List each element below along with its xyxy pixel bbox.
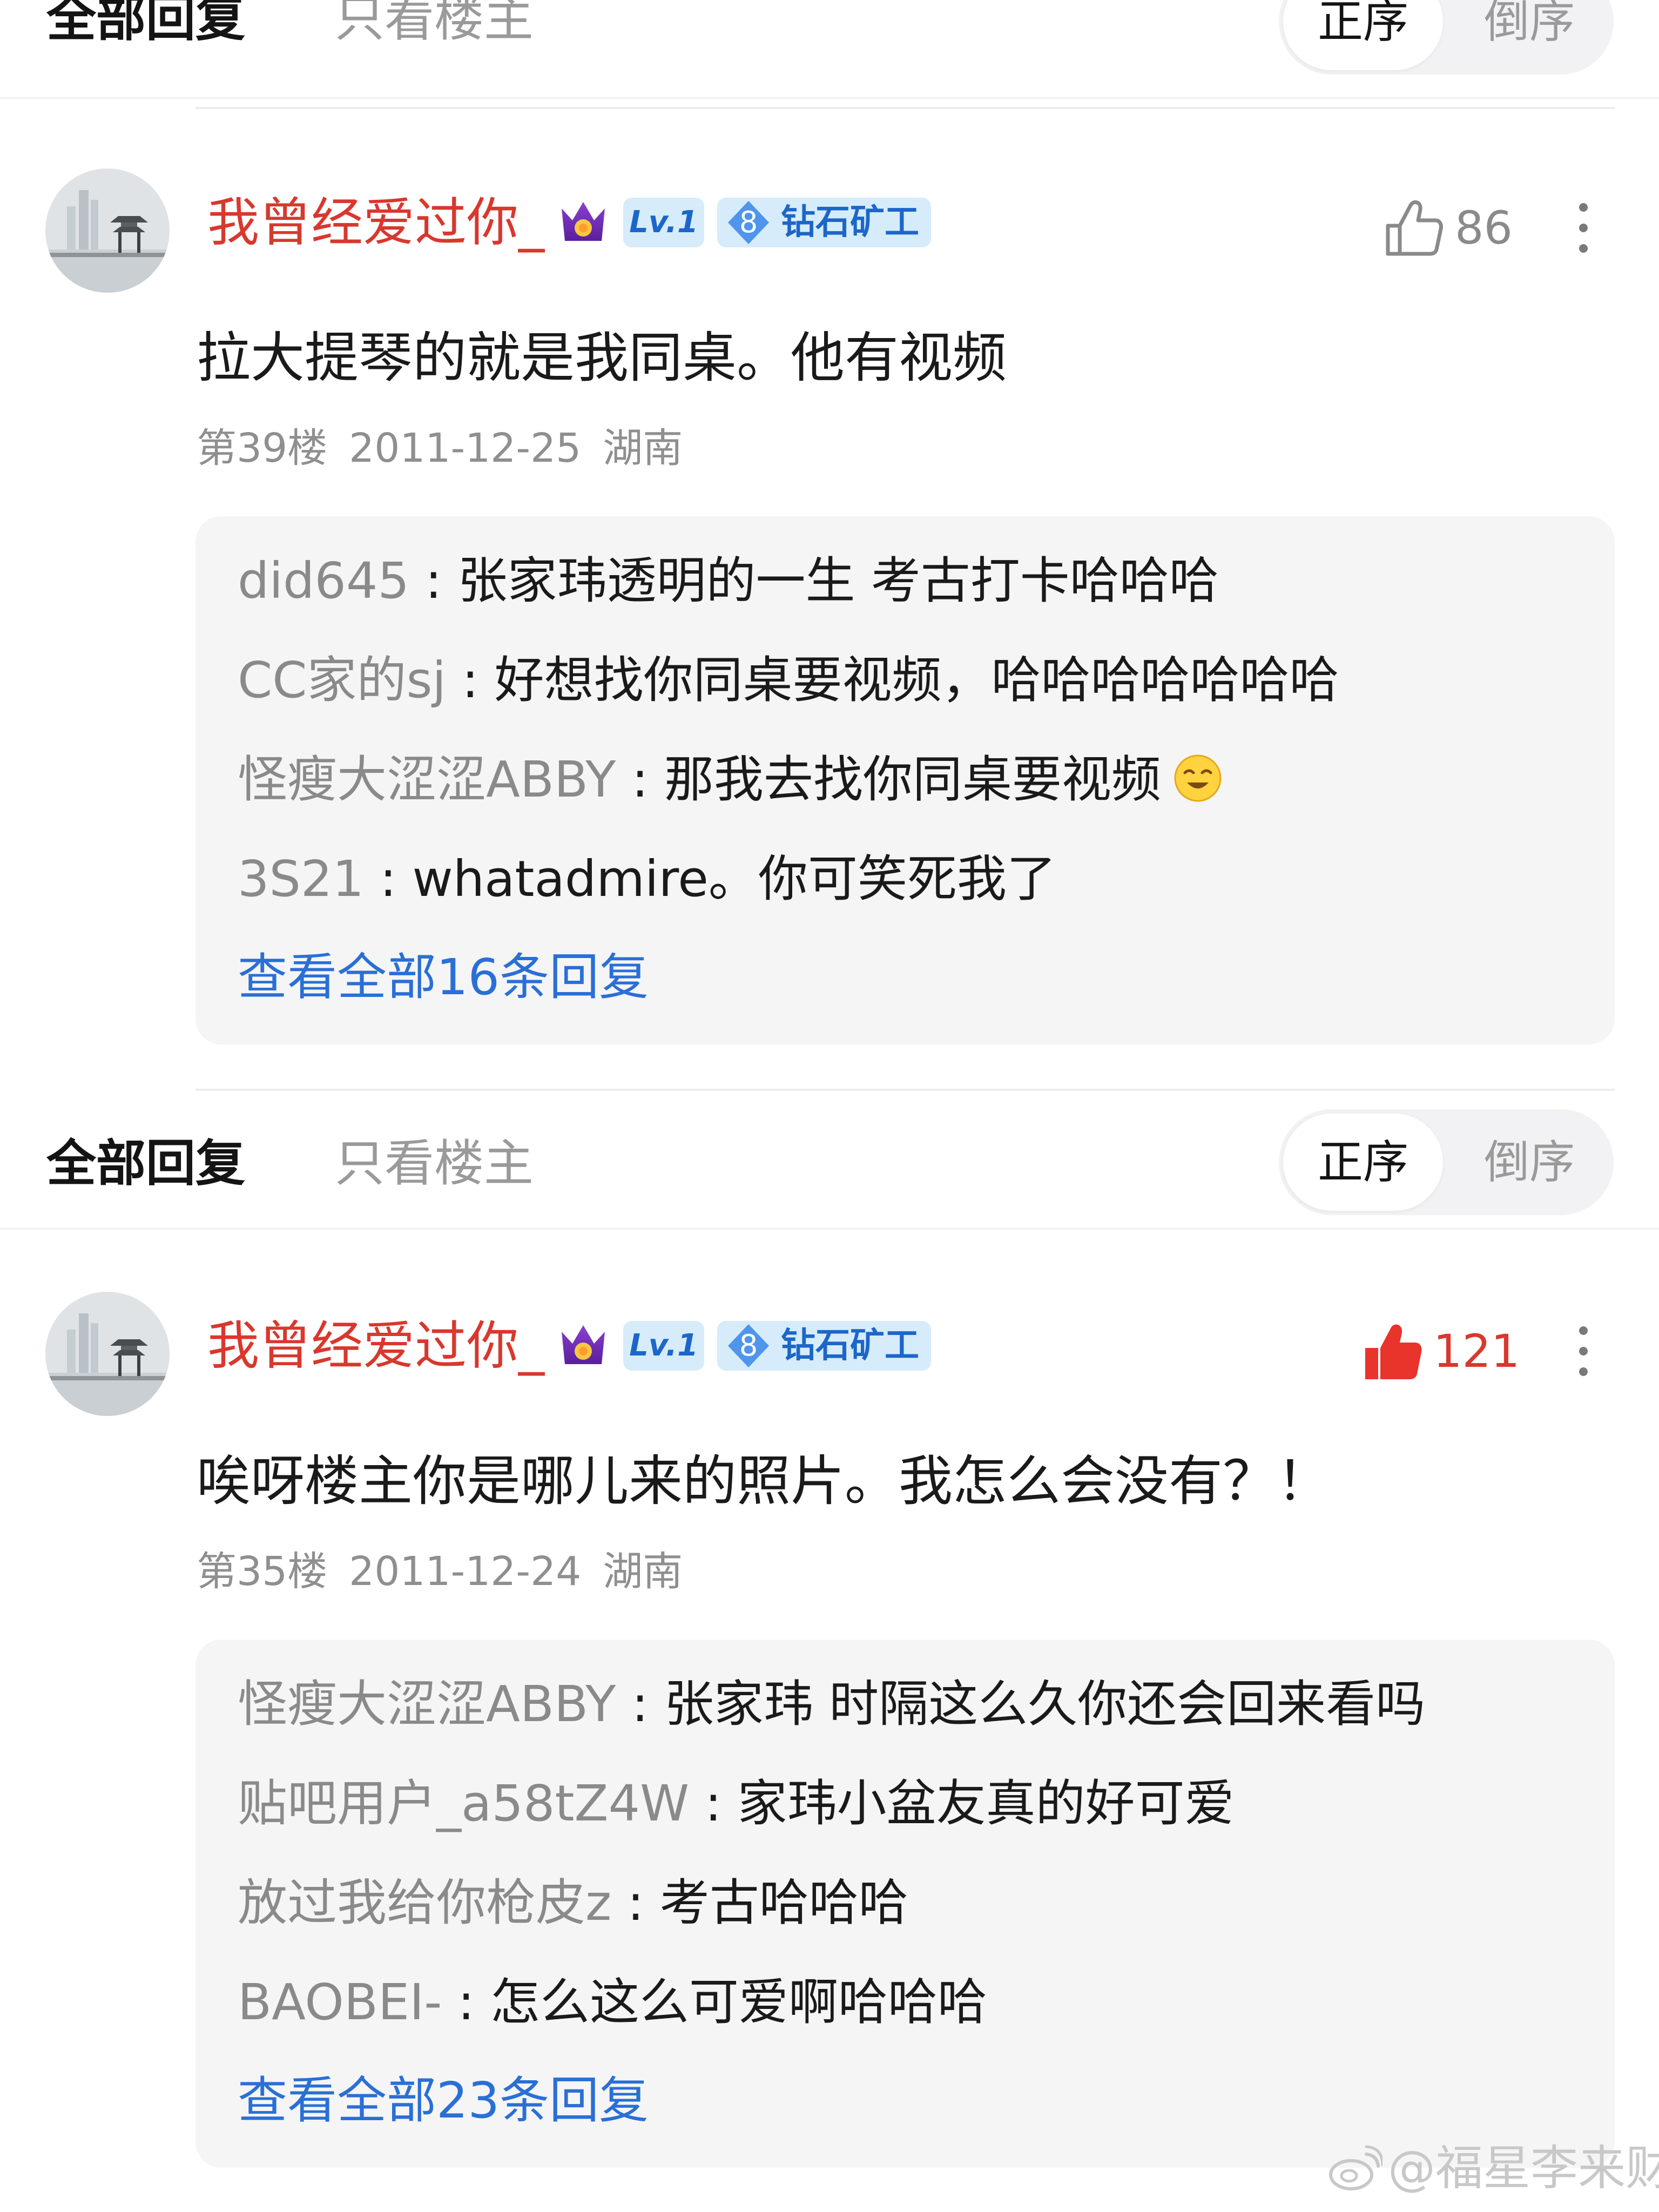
comment-meta: 第39楼 2011-12-25 湖南 [197, 421, 704, 475]
avatar[interactable] [45, 168, 170, 293]
title-badge-text: 钻石矿工 [781, 203, 919, 242]
username[interactable]: 我曾经爱过你_ [207, 190, 544, 255]
more-icon[interactable] [1574, 1319, 1593, 1384]
reply-item[interactable]: BAOBEI- : 怎么这么可爱啊哈哈哈 [238, 1970, 987, 2035]
reply-item[interactable]: did645 : 张家玮透明的一生 考古打卡哈哈哈 [238, 549, 1219, 613]
thumb-up-icon [1386, 200, 1443, 256]
level-badge: Lv.1 [623, 1321, 704, 1371]
like-count: 121 [1433, 1325, 1520, 1378]
title-badge-text: 钻石矿工 [781, 1326, 919, 1366]
title-badge: 8 钻石矿工 [717, 1321, 931, 1371]
avatar[interactable] [45, 1292, 170, 1416]
reply-author[interactable]: did645 [238, 552, 409, 610]
reply-text: 张家玮 时隔这么久你还会回来看吗 [664, 1675, 1426, 1733]
crown-icon [562, 1325, 605, 1364]
view-all-replies-link[interactable]: 查看全部16条回复 [238, 945, 649, 1010]
location: 湖南 [603, 1548, 683, 1595]
post-date: 2011-12-25 [349, 425, 582, 471]
reply-text: 好想找你同桌要视频，哈哈哈哈哈哈哈 [494, 651, 1339, 709]
reply-box: did645 : 张家玮透明的一生 考古打卡哈哈哈 CC家的sj : 好想找你同… [195, 516, 1615, 1044]
reply-author[interactable]: 怪瘦大涩涩ABBY [238, 751, 616, 808]
view-all-replies-link[interactable]: 查看全部23条回复 [238, 2068, 649, 2133]
reply-item[interactable]: 贴吧用户_a58tZ4W : 家玮小盆友真的好可爱 [238, 1771, 1235, 1836]
reply-item[interactable]: 放过我给你枪皮z : 考古哈哈哈 [238, 1871, 908, 1936]
weibo-icon [1329, 2145, 1382, 2190]
title-badge-level: 8 [739, 1328, 758, 1363]
reply-text: 考古哈哈哈 [659, 1874, 908, 1932]
thumb-up-icon [1365, 1324, 1422, 1379]
divider [195, 1089, 1615, 1091]
reply-item[interactable]: 怪瘦大涩涩ABBY : 张家玮 时隔这么久你还会回来看吗 [238, 1672, 1425, 1737]
reply-author[interactable]: BAOBEI- [238, 1973, 442, 2031]
comment-item: 我曾经爱过你_ Lv.1 8 钻石矿工 121 唉呀楼主你是哪儿来的照片。我怎么… [0, 1123, 1659, 2212]
floor-number: 第39楼 [197, 425, 328, 471]
reply-item[interactable]: 怪瘦大涩涩ABBY : 那我去找你同桌要视频 [238, 747, 1224, 812]
reply-text: 张家玮透明的一生 考古打卡哈哈哈 [457, 552, 1219, 610]
more-icon[interactable] [1574, 195, 1593, 260]
watermark: @福星李来财 [1328, 2139, 1659, 2198]
like-count: 86 [1455, 201, 1513, 254]
username[interactable]: 我曾经爱过你_ [207, 1313, 544, 1378]
reply-text: whatadmire。你可笑死我了 [412, 850, 1056, 908]
reply-text: 家玮小盆友真的好可爱 [737, 1775, 1235, 1832]
watermark-text: @福星李来财 [1388, 2140, 1659, 2196]
smile-emoji-icon [1174, 754, 1222, 802]
reply-item[interactable]: 3S21 : whatadmire。你可笑死我了 [238, 847, 1056, 912]
crown-icon [562, 202, 605, 241]
floor-number: 第35楼 [197, 1548, 328, 1595]
reply-text: 怎么这么可爱啊哈哈哈 [490, 1973, 987, 2031]
post-date: 2011-12-24 [349, 1548, 582, 1595]
reply-item[interactable]: CC家的sj : 好想找你同桌要视频，哈哈哈哈哈哈哈 [238, 648, 1339, 713]
comment-text: 拉大提琴的就是我同桌。他有视频 [197, 326, 1007, 389]
reply-author[interactable]: CC家的sj [238, 651, 446, 709]
reply-text: 那我去找你同桌要视频 [664, 751, 1161, 808]
reply-author[interactable]: 贴吧用户_a58tZ4W [238, 1775, 689, 1832]
reply-author[interactable]: 放过我给你枪皮z [238, 1874, 611, 1932]
comment-text: 唉呀楼主你是哪儿来的照片。我怎么会没有？！ [197, 1449, 1331, 1513]
location: 湖南 [603, 425, 683, 471]
level-badge: Lv.1 [623, 198, 704, 247]
reply-author[interactable]: 3S21 [238, 850, 364, 908]
comment-item: 我曾经爱过你_ Lv.1 8 钻石矿工 86 拉大提琴的就是我同桌。他有视频 第… [0, 0, 1659, 1080]
reply-author[interactable]: 怪瘦大涩涩ABBY [238, 1675, 616, 1733]
title-badge: 8 钻石矿工 [717, 198, 931, 247]
title-badge-level: 8 [739, 205, 758, 239]
comment-meta: 第35楼 2011-12-24 湖南 [197, 1545, 704, 1599]
reply-box: 怪瘦大涩涩ABBY : 张家玮 时隔这么久你还会回来看吗 贴吧用户_a58tZ4… [195, 1640, 1615, 2168]
